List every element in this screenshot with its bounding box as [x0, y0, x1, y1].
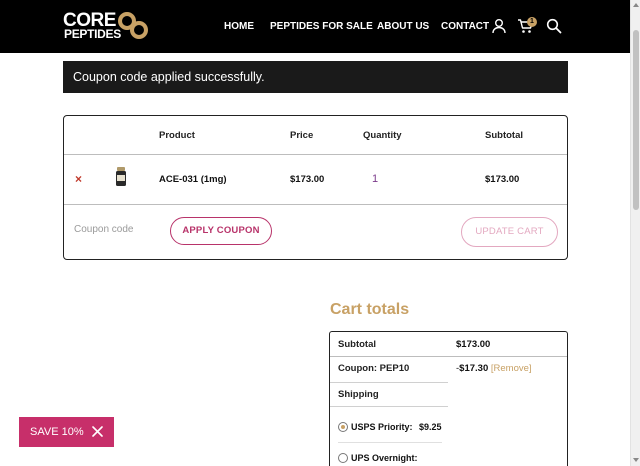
logo-mark-icon — [118, 12, 148, 39]
cart-totals-table: Subtotal $173.00 Coupon: PEP10 -$17.30 [… — [329, 331, 568, 466]
coupon-amount: $17.30 — [459, 363, 489, 374]
user-icon[interactable] — [491, 18, 507, 34]
divider — [338, 442, 442, 443]
shipping-label: Shipping — [338, 389, 379, 400]
scroll-up-arrow-icon[interactable] — [633, 3, 639, 7]
logo-line2: PEPTIDES — [64, 27, 121, 41]
remove-coupon-link[interactable]: [Remove] — [491, 363, 532, 374]
subtotal-label: Subtotal — [338, 339, 376, 350]
shipping-option-label[interactable]: USPS Priority: — [351, 421, 413, 433]
header-subtotal: Subtotal — [485, 130, 523, 141]
coupon-discount: -$17.30 [Remove] — [456, 363, 532, 375]
shipping-radio-usps-priority[interactable] — [338, 422, 348, 432]
quantity-input[interactable]: 1 — [372, 172, 378, 186]
nav-peptides-for-sale[interactable]: PEPTIDES FOR SALE — [270, 21, 373, 33]
apply-coupon-button[interactable]: APPLY COUPON — [170, 217, 272, 245]
product-subtotal: $173.00 — [485, 174, 520, 185]
nav-home[interactable]: HOME — [224, 21, 254, 33]
header-quantity: Quantity — [363, 130, 402, 141]
nav-about-us[interactable]: ABOUT US — [377, 21, 429, 33]
scroll-down-arrow-icon[interactable] — [633, 458, 639, 462]
header-price: Price — [290, 130, 314, 141]
page-scrollbar[interactable] — [630, 0, 640, 466]
site-logo[interactable]: CORE PEPTIDES — [63, 11, 153, 43]
divider — [330, 406, 448, 407]
divider — [330, 356, 567, 357]
cart-table: Product Price Quantity Subtotal × ACE-03… — [63, 115, 568, 260]
save-10-badge[interactable]: SAVE 10% — [19, 417, 114, 447]
remove-item-button[interactable]: × — [75, 173, 82, 185]
shipping-radio-ups-overnight[interactable] — [338, 453, 348, 463]
divider — [330, 382, 448, 383]
success-notice: Coupon code applied successfully. — [63, 61, 568, 93]
cart-totals-heading: Cart totals — [330, 301, 410, 318]
product-thumbnail[interactable] — [115, 167, 127, 187]
cart-count-badge: 1 — [527, 17, 537, 27]
coupon-code-input[interactable] — [74, 216, 160, 242]
divider — [64, 154, 567, 155]
shipping-option-price: $9.25 — [419, 422, 442, 432]
shipping-option-label[interactable]: UPS Overnight: — [351, 452, 418, 464]
search-icon[interactable] — [546, 18, 562, 34]
update-cart-button[interactable]: UPDATE CART — [461, 217, 558, 247]
product-price: $173.00 — [290, 174, 325, 185]
close-icon[interactable] — [92, 426, 103, 437]
save-badge-label: SAVE 10% — [30, 426, 84, 438]
site-header: CORE PEPTIDES HOME PEPTIDES FOR SALE ABO… — [0, 0, 640, 53]
scrollbar-thumb[interactable] — [633, 30, 639, 210]
subtotal-value: $173.00 — [456, 339, 491, 350]
header-product: Product — [159, 130, 195, 141]
divider — [64, 204, 567, 205]
product-name-link[interactable]: ACE-031 (1mg) — [159, 174, 227, 186]
coupon-label: Coupon: PEP10 — [338, 363, 410, 374]
nav-contact[interactable]: CONTACT — [441, 21, 489, 33]
